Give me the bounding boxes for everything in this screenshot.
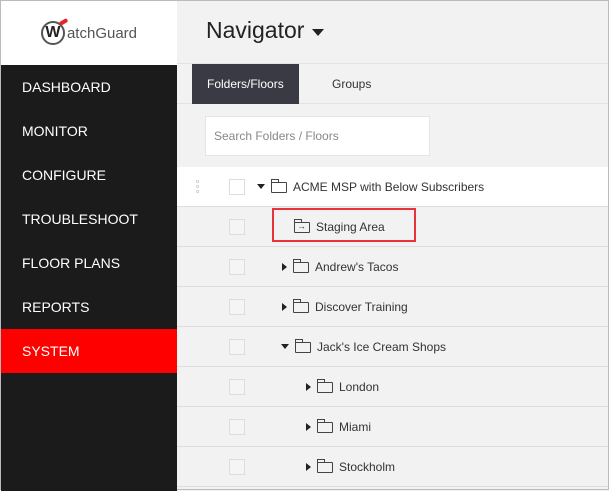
expand-icon[interactable] <box>282 262 287 271</box>
tab-folders-floors[interactable]: Folders/Floors <box>192 64 299 104</box>
folder-icon <box>271 179 287 193</box>
page-title: Navigator <box>206 17 305 43</box>
watchguard-logo[interactable]: WatchGuard <box>1 1 177 65</box>
expand-icon[interactable] <box>257 184 265 189</box>
expand-icon[interactable] <box>282 302 287 311</box>
folder-icon <box>317 459 333 473</box>
folder-icon <box>293 259 309 273</box>
expand-icon[interactable] <box>281 344 289 349</box>
tree-label: Discover Training <box>315 299 408 314</box>
expand-icon[interactable] <box>306 462 311 471</box>
tree-row[interactable]: Stockholm <box>177 447 608 487</box>
tree-label: ACME MSP with Below Subscribers <box>293 179 485 194</box>
drag-handle-icon[interactable]: ▫ ▫ ▫ <box>196 177 200 196</box>
checkbox[interactable] <box>229 258 245 275</box>
nav-floor-plans[interactable]: FLOOR PLANS <box>1 241 177 285</box>
checkbox[interactable] <box>229 378 245 395</box>
nav-dashboard[interactable]: DASHBOARD <box>1 65 177 109</box>
checkbox[interactable] <box>229 298 245 315</box>
nav-system[interactable]: SYSTEM <box>1 329 177 373</box>
logo-text: atchGuard <box>66 24 138 42</box>
checkbox[interactable] <box>229 218 245 235</box>
expand-icon[interactable] <box>306 382 311 391</box>
tree-label: Stockholm <box>339 459 396 474</box>
checkbox[interactable] <box>229 418 245 435</box>
nav-troubleshoot[interactable]: TROUBLESHOOT <box>1 197 177 241</box>
nav-monitor[interactable]: MONITOR <box>1 109 177 153</box>
checkbox[interactable] <box>229 178 245 195</box>
tree-row[interactable]: Jack's Ice Cream Shops <box>177 327 608 367</box>
tree-label: Jack's Ice Cream Shops <box>317 339 447 354</box>
expand-icon[interactable] <box>306 422 311 431</box>
tab-groups[interactable]: Groups <box>317 64 386 104</box>
nav-reports[interactable]: REPORTS <box>1 285 177 329</box>
tree-row[interactable]: ▫ ▫ ▫ ACME MSP with Below Subscribers <box>177 167 608 207</box>
folder-icon <box>293 299 309 313</box>
main-panel: Navigator Folders/Floors Groups Search F… <box>177 1 608 489</box>
tree-row[interactable]: Andrew's Tacos <box>177 247 608 287</box>
checkbox[interactable] <box>229 458 245 475</box>
folder-icon <box>317 379 333 393</box>
search-input[interactable]: Search Folders / Floors <box>205 116 430 156</box>
tree-label: Andrew's Tacos <box>315 259 399 274</box>
folder-icon <box>317 419 333 433</box>
nav-configure[interactable]: CONFIGURE <box>1 153 177 197</box>
sidebar: WatchGuard DASHBOARD MONITOR CONFIGURE T… <box>1 1 177 491</box>
tree-row[interactable]: Discover Training <box>177 287 608 327</box>
checkbox[interactable] <box>229 338 245 355</box>
folder-icon <box>295 339 311 353</box>
tree-label: London <box>339 379 380 394</box>
caret-down-icon <box>312 28 325 36</box>
navigator-dropdown[interactable]: Navigator <box>206 17 325 44</box>
tabs: Folders/Floors Groups <box>177 63 608 104</box>
tree-row[interactable]: Miami <box>177 407 608 447</box>
tree-label: Miami <box>339 419 371 434</box>
tree-row[interactable]: London <box>177 367 608 407</box>
highlight-box <box>272 208 416 242</box>
